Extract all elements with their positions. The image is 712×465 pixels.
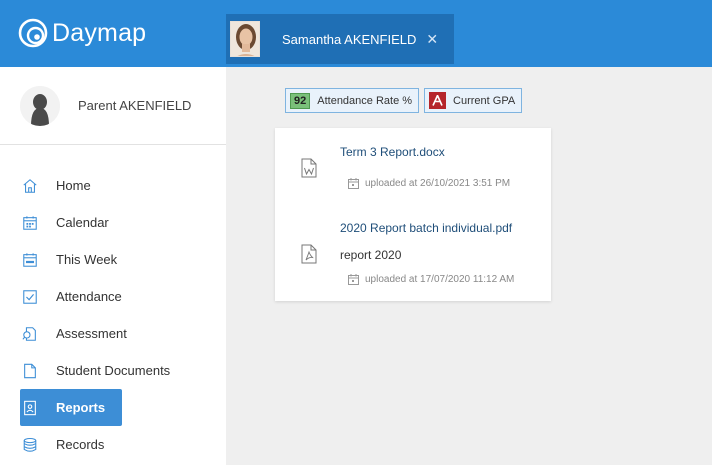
database-icon <box>22 436 38 454</box>
sidebar-item-attendance[interactable]: Attendance <box>20 278 222 315</box>
close-icon[interactable]: ✕ <box>426 31 438 48</box>
sidebar-item-label: This Week <box>56 252 118 267</box>
sidebar-item-label: Reports <box>56 400 106 415</box>
attendance-rate-label: Attendance Rate % <box>317 94 413 107</box>
sidebar-item-label: Student Documents <box>56 363 171 378</box>
sidebar-item-assessment[interactable]: Assessment <box>20 315 222 352</box>
sidebar: Parent AKENFIELD Home Calendar This Week… <box>0 67 226 465</box>
avatar <box>20 85 60 126</box>
attendance-rate-value: 92 <box>290 92 311 109</box>
document-title-link[interactable]: Term 3 Report.docx <box>340 145 445 159</box>
parent-profile[interactable]: Parent AKENFIELD <box>0 67 226 145</box>
sidebar-item-reports[interactable]: Reports <box>20 389 122 426</box>
document-description: report 2020 <box>340 248 402 262</box>
pdf-file-icon <box>301 244 317 264</box>
sidebar-item-records[interactable]: Records <box>20 426 222 463</box>
assessment-icon <box>22 325 38 343</box>
attendance-check-icon <box>22 288 38 306</box>
report-icon <box>22 399 38 417</box>
student-name: Samantha AKENFIELD <box>282 31 417 47</box>
gpa-letter-icon <box>429 92 447 109</box>
sidebar-item-label: Calendar <box>56 215 109 230</box>
sidebar-item-student-documents[interactable]: Student Documents <box>20 352 222 389</box>
sidebar-item-home[interactable]: Home <box>20 167 222 204</box>
upload-date: uploaded at 17/07/2020 11:12 AM <box>348 274 514 285</box>
current-gpa-label: Current GPA <box>453 94 516 107</box>
attendance-rate-badge[interactable]: 92 Attendance Rate % <box>285 88 420 113</box>
summary-badges: 92 Attendance Rate % Current GPA <box>285 88 527 113</box>
sidebar-item-calendar[interactable]: Calendar <box>20 204 222 241</box>
this-week-icon <box>22 251 38 269</box>
daymap-logo[interactable]: Daymap <box>18 18 146 48</box>
parent-name: Parent AKENFIELD <box>78 98 192 113</box>
student-photo <box>230 21 260 57</box>
sidebar-item-label: Assessment <box>56 326 127 341</box>
calendar-icon <box>348 274 359 285</box>
document-icon <box>22 362 38 380</box>
top-bar: Daymap Samantha AKENFIELD ✕ <box>0 0 712 67</box>
sidebar-nav: Home Calendar This Week Attendance Asses… <box>20 167 222 463</box>
calendar-icon <box>348 178 359 189</box>
app-name: Daymap <box>52 18 147 47</box>
calendar-icon <box>22 214 38 232</box>
report-documents-card: Term 3 Report.docx uploaded at 26/10/202… <box>275 128 551 301</box>
student-tab[interactable]: Samantha AKENFIELD ✕ <box>226 14 454 64</box>
current-gpa-badge[interactable]: Current GPA <box>424 88 523 113</box>
upload-date-text: uploaded at 17/07/2020 11:12 AM <box>365 274 515 285</box>
upload-date: uploaded at 26/10/2021 3:51 PM <box>348 178 510 189</box>
sidebar-item-label: Attendance <box>56 289 122 304</box>
word-file-icon <box>301 158 317 178</box>
sidebar-item-label: Records <box>56 437 105 452</box>
daymap-logo-icon <box>18 18 48 48</box>
sidebar-item-this-week[interactable]: This Week <box>20 241 222 278</box>
document-title-link[interactable]: 2020 Report batch individual.pdf <box>340 221 512 235</box>
upload-date-text: uploaded at 26/10/2021 3:51 PM <box>365 178 511 189</box>
home-icon <box>22 177 38 195</box>
sidebar-item-label: Home <box>56 178 91 193</box>
